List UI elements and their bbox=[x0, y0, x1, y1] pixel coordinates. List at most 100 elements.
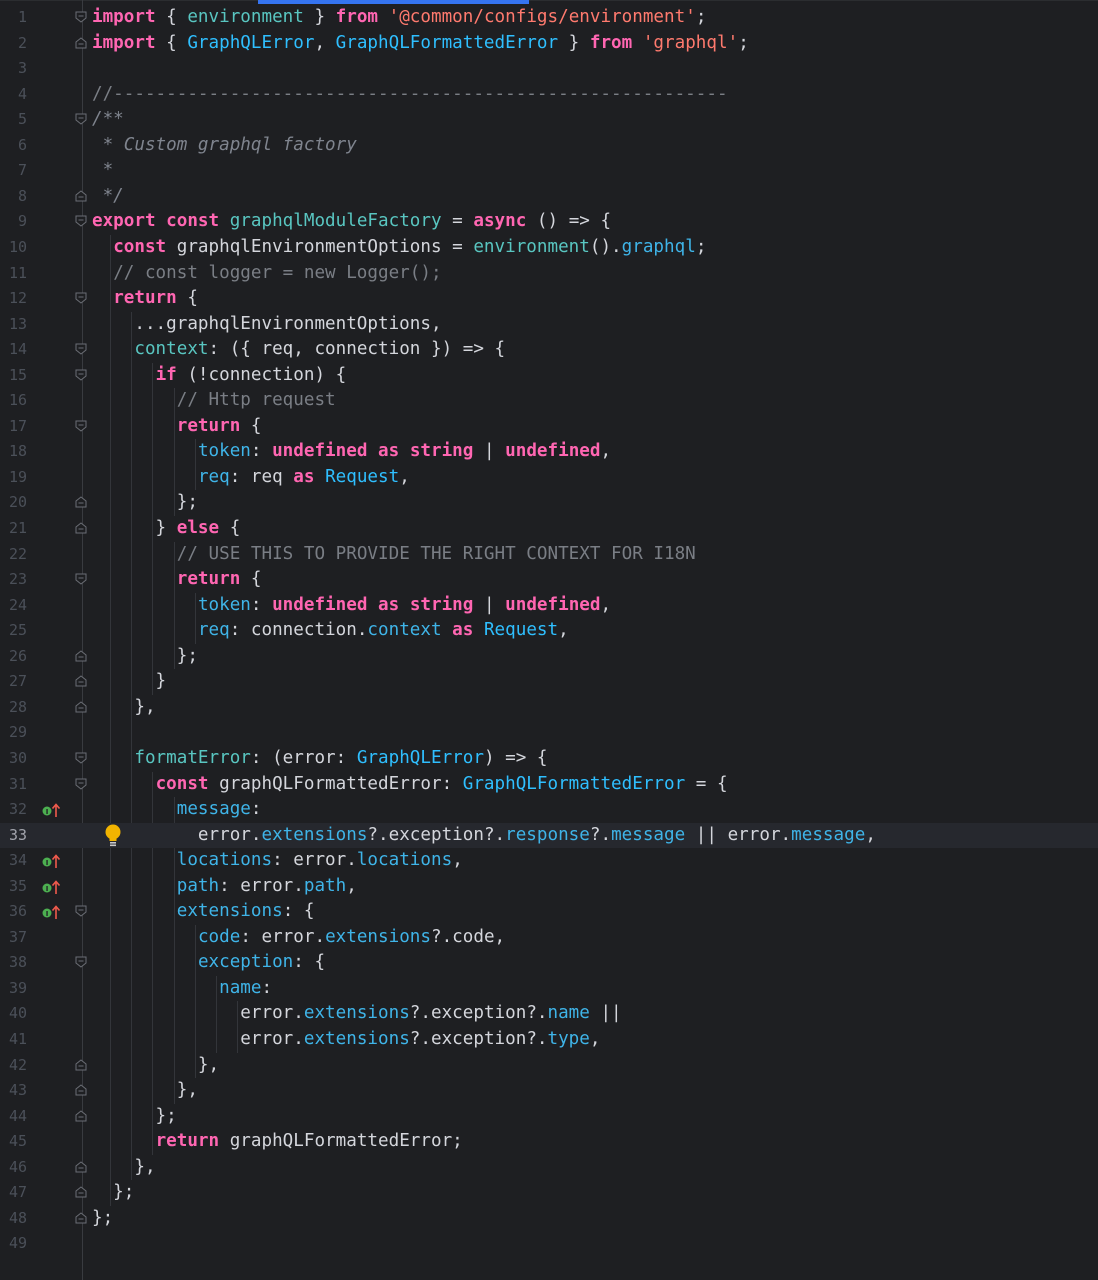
line-number[interactable]: 36 bbox=[0, 899, 27, 925]
fold-open-icon[interactable] bbox=[75, 369, 87, 381]
fold-open-icon[interactable] bbox=[75, 573, 87, 585]
line-number[interactable]: 34 bbox=[0, 848, 27, 874]
fold-open-icon[interactable] bbox=[75, 292, 87, 304]
fold-close-icon[interactable] bbox=[75, 1186, 87, 1198]
code-line[interactable]: 11 // const logger = new Logger(); bbox=[0, 261, 1098, 287]
line-number[interactable]: 4 bbox=[0, 82, 27, 108]
fold-close-icon[interactable] bbox=[75, 1110, 87, 1122]
code-text[interactable]: token: undefined as string | undefined, bbox=[92, 593, 611, 619]
code-text[interactable]: return { bbox=[92, 414, 262, 440]
fold-close-icon[interactable] bbox=[75, 1161, 87, 1173]
line-number[interactable]: 23 bbox=[0, 567, 27, 593]
code-line[interactable]: 49 bbox=[0, 1231, 1098, 1257]
code-line[interactable]: 30 formatError: (error: GraphQLError) =>… bbox=[0, 746, 1098, 772]
code-text[interactable]: formatError: (error: GraphQLError) => { bbox=[92, 746, 547, 772]
code-line[interactable]: 14 context: ({ req, connection }) => { bbox=[0, 337, 1098, 363]
fold-open-icon[interactable] bbox=[75, 11, 87, 23]
line-number[interactable]: 7 bbox=[0, 158, 27, 184]
code-line[interactable]: 35 I path: error.path, bbox=[0, 874, 1098, 900]
line-number[interactable]: 6 bbox=[0, 133, 27, 159]
line-number[interactable]: 42 bbox=[0, 1053, 27, 1079]
code-text[interactable]: const graphqlEnvironmentOptions = enviro… bbox=[92, 235, 706, 261]
line-number[interactable]: 41 bbox=[0, 1027, 27, 1053]
line-number[interactable]: 28 bbox=[0, 695, 27, 721]
line-number[interactable]: 33 bbox=[0, 823, 27, 849]
code-line[interactable]: 38 exception: { bbox=[0, 950, 1098, 976]
line-number[interactable]: 15 bbox=[0, 363, 27, 389]
code-text[interactable]: export const graphqlModuleFactory = asyn… bbox=[92, 209, 611, 235]
code-line[interactable]: 12 return { bbox=[0, 286, 1098, 312]
line-number[interactable]: 48 bbox=[0, 1206, 27, 1232]
line-number[interactable]: 19 bbox=[0, 465, 27, 491]
fold-close-icon[interactable] bbox=[75, 1212, 87, 1224]
code-text[interactable]: error.extensions?.exception?.response?.m… bbox=[92, 823, 876, 849]
line-number[interactable]: 46 bbox=[0, 1155, 27, 1181]
fold-close-icon[interactable] bbox=[75, 522, 87, 534]
line-number[interactable]: 43 bbox=[0, 1078, 27, 1104]
code-editor[interactable]: 1 import { environment } from '@common/co… bbox=[0, 0, 1098, 1280]
line-number[interactable]: 35 bbox=[0, 874, 27, 900]
code-text[interactable]: if (!connection) { bbox=[92, 363, 347, 389]
code-text[interactable]: error.extensions?.exception?.type, bbox=[92, 1027, 600, 1053]
line-number[interactable]: 22 bbox=[0, 542, 27, 568]
line-number[interactable]: 26 bbox=[0, 644, 27, 670]
code-line[interactable]: 26 }; bbox=[0, 644, 1098, 670]
code-line[interactable]: 41 error.extensions?.exception?.type, bbox=[0, 1027, 1098, 1053]
line-number[interactable]: 39 bbox=[0, 976, 27, 1002]
line-number[interactable]: 18 bbox=[0, 439, 27, 465]
code-line[interactable]: 37 code: error.extensions?.code, bbox=[0, 925, 1098, 951]
fold-open-icon[interactable] bbox=[75, 113, 87, 125]
code-line[interactable]: 19 req: req as Request, bbox=[0, 465, 1098, 491]
line-number[interactable]: 20 bbox=[0, 490, 27, 516]
line-number[interactable]: 1 bbox=[0, 5, 27, 31]
code-text[interactable]: }, bbox=[92, 1053, 219, 1079]
line-number[interactable]: 13 bbox=[0, 312, 27, 338]
line-number[interactable]: 12 bbox=[0, 286, 27, 312]
code-text[interactable]: error.extensions?.exception?.name || bbox=[92, 1001, 621, 1027]
code-line[interactable]: 24 token: undefined as string | undefine… bbox=[0, 593, 1098, 619]
line-number[interactable]: 47 bbox=[0, 1180, 27, 1206]
code-text[interactable]: import { GraphQLError, GraphQLFormattedE… bbox=[92, 31, 749, 57]
code-line[interactable]: 23 return { bbox=[0, 567, 1098, 593]
code-line[interactable]: 33 error.extensions?.exception?.response… bbox=[0, 822, 1098, 849]
line-number[interactable]: 11 bbox=[0, 261, 27, 287]
code-line[interactable]: 39 name: bbox=[0, 976, 1098, 1002]
fold-close-icon[interactable] bbox=[75, 675, 87, 687]
line-number[interactable]: 38 bbox=[0, 950, 27, 976]
code-text[interactable]: /** bbox=[92, 107, 124, 133]
code-line[interactable]: 4 //-------------------------------------… bbox=[0, 82, 1098, 108]
code-line[interactable]: 46 }, bbox=[0, 1155, 1098, 1181]
fold-close-icon[interactable] bbox=[75, 190, 87, 202]
code-line[interactable]: 47 }; bbox=[0, 1180, 1098, 1206]
code-text[interactable]: context: ({ req, connection }) => { bbox=[92, 337, 505, 363]
code-line[interactable]: 16 // Http request bbox=[0, 388, 1098, 414]
code-text[interactable]: extensions: { bbox=[92, 899, 315, 925]
code-line[interactable]: 5 /** bbox=[0, 107, 1098, 133]
code-text[interactable]: path: error.path, bbox=[92, 874, 357, 900]
code-text[interactable]: name: bbox=[92, 976, 272, 1002]
code-text[interactable]: }; bbox=[92, 1206, 113, 1232]
code-line[interactable]: 29 bbox=[0, 720, 1098, 746]
implementation-up-arrow-icon[interactable]: I bbox=[41, 801, 63, 819]
line-number[interactable]: 2 bbox=[0, 31, 27, 57]
code-text[interactable]: }; bbox=[92, 1104, 177, 1130]
code-line[interactable]: 9 export const graphqlModuleFactory = asy… bbox=[0, 209, 1098, 235]
line-number[interactable]: 9 bbox=[0, 209, 27, 235]
line-number[interactable]: 31 bbox=[0, 772, 27, 798]
code-text[interactable]: // Http request bbox=[92, 388, 336, 414]
code-line[interactable]: 13 ...graphqlEnvironmentOptions, bbox=[0, 312, 1098, 338]
line-number[interactable]: 44 bbox=[0, 1104, 27, 1130]
code-line[interactable]: 31 const graphQLFormattedError: GraphQLF… bbox=[0, 772, 1098, 798]
line-number[interactable]: 24 bbox=[0, 593, 27, 619]
code-text[interactable]: * Custom graphql factory bbox=[92, 133, 357, 159]
line-number[interactable]: 17 bbox=[0, 414, 27, 440]
fold-close-icon[interactable] bbox=[75, 496, 87, 508]
code-line[interactable]: 18 token: undefined as string | undefine… bbox=[0, 439, 1098, 465]
code-text[interactable]: req: req as Request, bbox=[92, 465, 410, 491]
code-line[interactable]: 48}; bbox=[0, 1206, 1098, 1232]
code-text[interactable]: }, bbox=[92, 695, 155, 721]
code-text[interactable]: }; bbox=[92, 490, 198, 516]
code-text[interactable]: locations: error.locations, bbox=[92, 848, 463, 874]
code-line[interactable]: 28 }, bbox=[0, 695, 1098, 721]
code-text[interactable]: const graphQLFormattedError: GraphQLForm… bbox=[92, 772, 728, 798]
